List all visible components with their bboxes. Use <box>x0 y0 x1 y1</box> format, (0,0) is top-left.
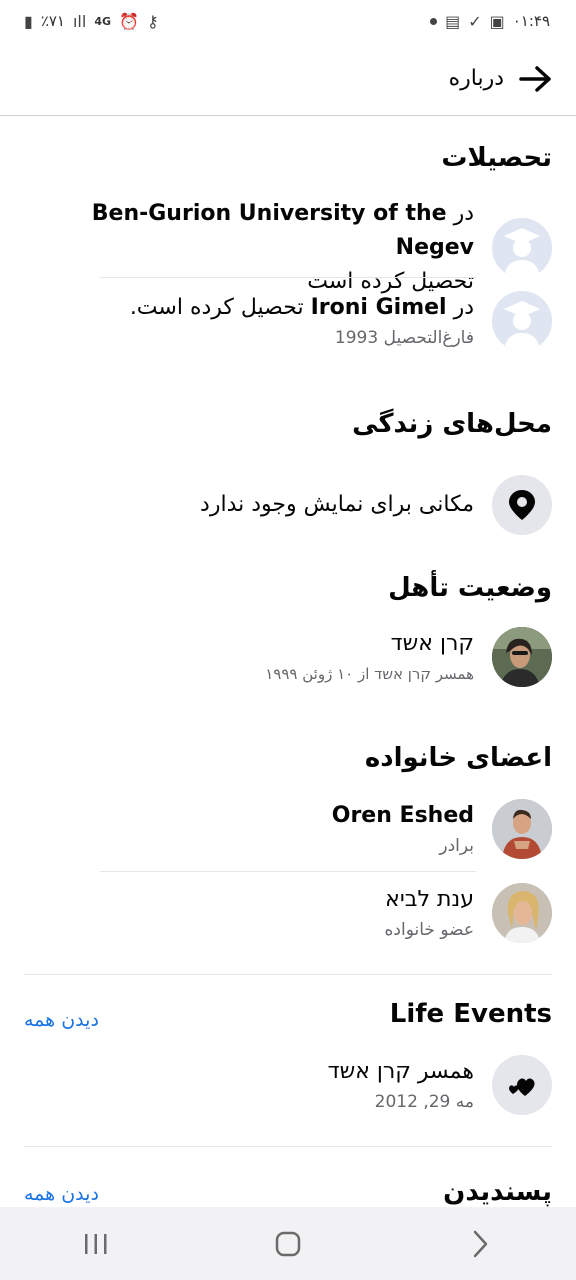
back-icon[interactable] <box>450 1214 510 1274</box>
graduation-year: فارغ‌التحصیل 1993 <box>334 328 474 348</box>
school-icon <box>492 291 552 351</box>
clock: ۰۱:۴۹ <box>512 12 550 30</box>
battery-level: ٪۷۱ <box>40 12 65 30</box>
family-member[interactable]: ענת לביא عضو خانواده <box>24 883 552 943</box>
life-events-see-all-link[interactable]: دیدن همه <box>24 1009 99 1031</box>
relationship-detail: همسر קרן אשד از ۱۰ ژوئن ۱۹۹۹ <box>265 665 474 683</box>
education-item[interactable]: در Ben-Gurion University of the Negev تح… <box>24 197 552 299</box>
home-icon[interactable] <box>258 1214 318 1274</box>
divider <box>24 1146 552 1147</box>
family-member-relation: عضو خانواده <box>384 920 474 940</box>
divider <box>100 277 476 278</box>
avatar[interactable] <box>492 627 552 687</box>
divider <box>100 871 476 872</box>
hearts-icon <box>492 1055 552 1115</box>
school-icon <box>492 218 552 278</box>
family-member[interactable]: Oren Eshed برادر <box>24 799 552 859</box>
image-icon: ▣ <box>489 11 505 31</box>
family-title: اعضای خانواده <box>364 743 552 773</box>
network-type: 4G <box>94 14 112 28</box>
education-prefix: در <box>453 295 474 320</box>
no-places-text: مکانی برای نمایش وجود ندارد <box>200 492 474 517</box>
life-events-title: Life Events <box>389 999 552 1029</box>
avatar[interactable] <box>492 883 552 943</box>
family-member-relation: برادر <box>439 836 474 856</box>
location-pin-icon <box>492 475 552 535</box>
school-name[interactable]: Ironi Gimel <box>311 295 447 320</box>
divider <box>24 974 552 975</box>
life-event-item[interactable]: همسر קרן אשד مه 29, 2012 <box>24 1055 552 1115</box>
education-title: تحصیلات <box>441 143 552 173</box>
battery-icon: ▮ <box>24 11 33 31</box>
family-member-name[interactable]: ענת לביא <box>24 883 474 917</box>
relationship-title: وضعیت تأهل <box>388 573 552 603</box>
school-name[interactable]: Ben-Gurion University of the Negev <box>92 201 474 260</box>
recent-apps-icon[interactable] <box>66 1214 126 1274</box>
relationship-item[interactable]: קרן אשד همسر קרן אשד از ۱۰ ژوئن ۱۹۹۹ <box>24 627 552 687</box>
education-status: تحصیل کرده است. <box>129 295 304 320</box>
places-empty-row: مکانی برای نمایش وجود ندارد <box>24 475 552 535</box>
calendar-icon: ▤ <box>445 11 461 31</box>
family-member-name[interactable]: Oren Eshed <box>24 799 474 833</box>
status-bar-left: ▮ ٪۷۱ ıll 4G ⏰ ⚷ <box>24 12 159 31</box>
system-nav-bar <box>0 1207 576 1280</box>
check-icon: ✓ <box>468 11 482 31</box>
alarm-icon: ⏰ <box>119 11 139 31</box>
partner-name[interactable]: קרן אשד <box>24 627 474 661</box>
status-bar-right: ▤ ✓ ▣ ۰۱:۴۹ <box>430 12 550 31</box>
back-arrow-icon[interactable] <box>516 59 556 99</box>
likes-see-all-link[interactable]: دیدن همه <box>24 1183 99 1205</box>
likes-title: پسندیدن <box>443 1177 552 1207</box>
life-event-date: مه 29, 2012 <box>374 1092 474 1112</box>
life-event-title[interactable]: همسر קרן אשד <box>24 1055 474 1089</box>
about-content[interactable]: تحصیلات در Ben-Gurion University of the … <box>0 117 576 1207</box>
key-icon: ⚷ <box>146 11 159 31</box>
app-bar: درباره <box>0 42 576 116</box>
places-title: محل‌های زندگی <box>352 409 552 439</box>
signal-icon: ıll <box>72 11 87 31</box>
avatar[interactable] <box>492 799 552 859</box>
education-prefix: در <box>453 201 474 226</box>
education-item[interactable]: در Ironi Gimel تحصیل کرده است. فارغ‌التح… <box>24 291 552 351</box>
notification-dot-icon <box>430 17 438 25</box>
status-bar: ▮ ٪۷۱ ıll 4G ⏰ ⚷ ▤ ✓ ▣ ۰۱:۴۹ <box>0 0 576 42</box>
page-title: درباره <box>448 66 504 91</box>
